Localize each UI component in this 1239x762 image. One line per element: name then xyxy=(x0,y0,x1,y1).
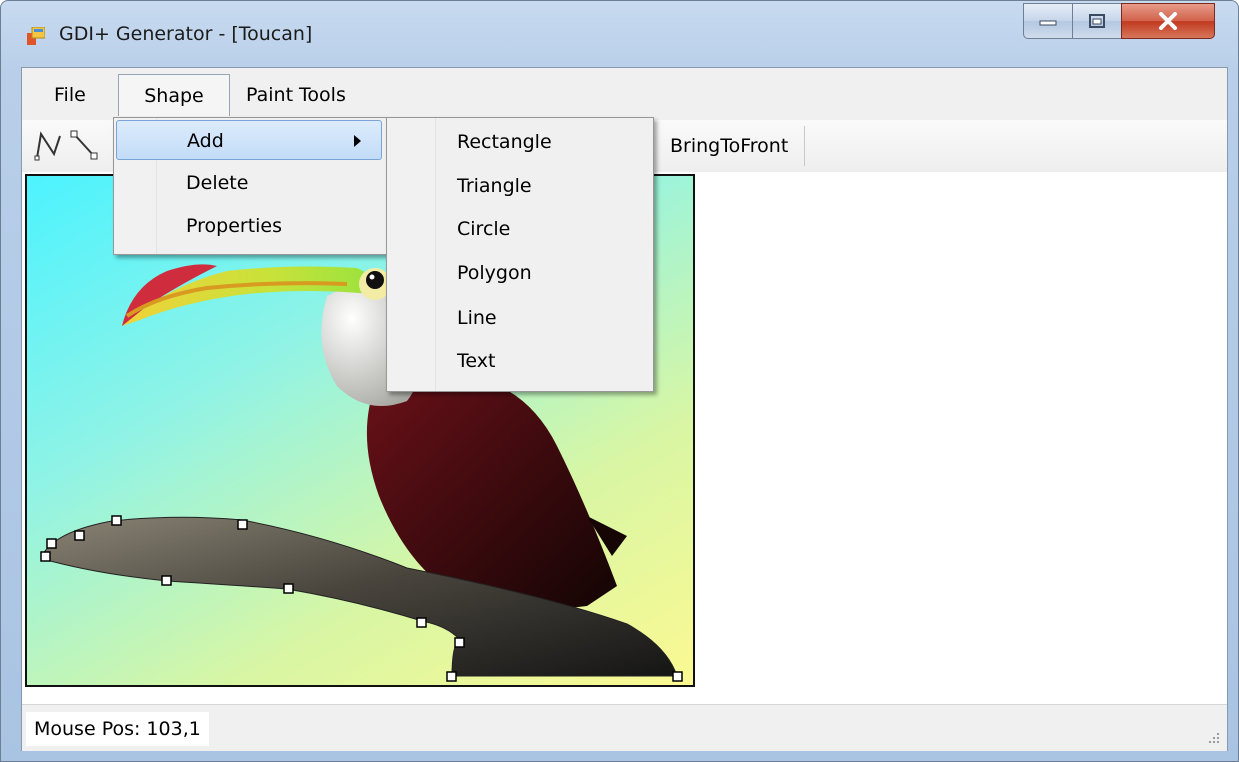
maximize-icon xyxy=(1089,14,1105,28)
maximize-button[interactable] xyxy=(1072,3,1122,39)
add-submenu: Rectangle Triangle Circle Polygon Line T… xyxy=(386,117,654,392)
menu-paint-tools[interactable]: Paint Tools xyxy=(232,74,360,116)
menu-item-properties[interactable]: Properties xyxy=(116,206,382,246)
polyline-tool-icon[interactable] xyxy=(34,128,64,162)
window-title: GDI+ Generator - [Toucan] xyxy=(59,23,313,45)
menu-shape[interactable]: Shape xyxy=(118,74,230,116)
mouse-position-label: Mouse Pos: 103,1 xyxy=(26,712,209,746)
submenu-item-triangle[interactable]: Triangle xyxy=(457,166,532,206)
title-bar[interactable]: GDI+ Generator - [Toucan] xyxy=(1,1,1238,67)
menu-bar: File Shape Paint Tools xyxy=(22,68,1227,120)
menu-item-delete[interactable]: Delete xyxy=(116,163,382,203)
submenu-item-circle[interactable]: Circle xyxy=(457,209,510,249)
close-icon xyxy=(1159,12,1177,30)
bring-to-front-button[interactable]: BringToFront xyxy=(654,126,806,166)
submenu-arrow-icon xyxy=(354,135,361,147)
resize-grip-icon[interactable] xyxy=(1205,729,1221,745)
menu-file[interactable]: File xyxy=(40,74,100,116)
minimize-button[interactable] xyxy=(1023,3,1073,39)
menu-item-add-label: Add xyxy=(187,130,224,152)
submenu-item-text[interactable]: Text xyxy=(457,341,495,381)
submenu-gutter xyxy=(387,118,436,391)
shape-dropdown-menu: Add Delete Properties xyxy=(113,117,387,255)
line-tool-icon[interactable] xyxy=(70,128,100,162)
submenu-item-rectangle[interactable]: Rectangle xyxy=(457,122,552,162)
status-bar: Mouse Pos: 103,1 xyxy=(22,704,1227,751)
close-button[interactable] xyxy=(1121,3,1215,39)
minimize-icon xyxy=(1039,20,1057,26)
app-icon xyxy=(27,27,45,45)
submenu-item-line[interactable]: Line xyxy=(457,298,497,338)
menu-item-add[interactable]: Add xyxy=(116,120,382,160)
submenu-item-polygon[interactable]: Polygon xyxy=(457,253,532,293)
